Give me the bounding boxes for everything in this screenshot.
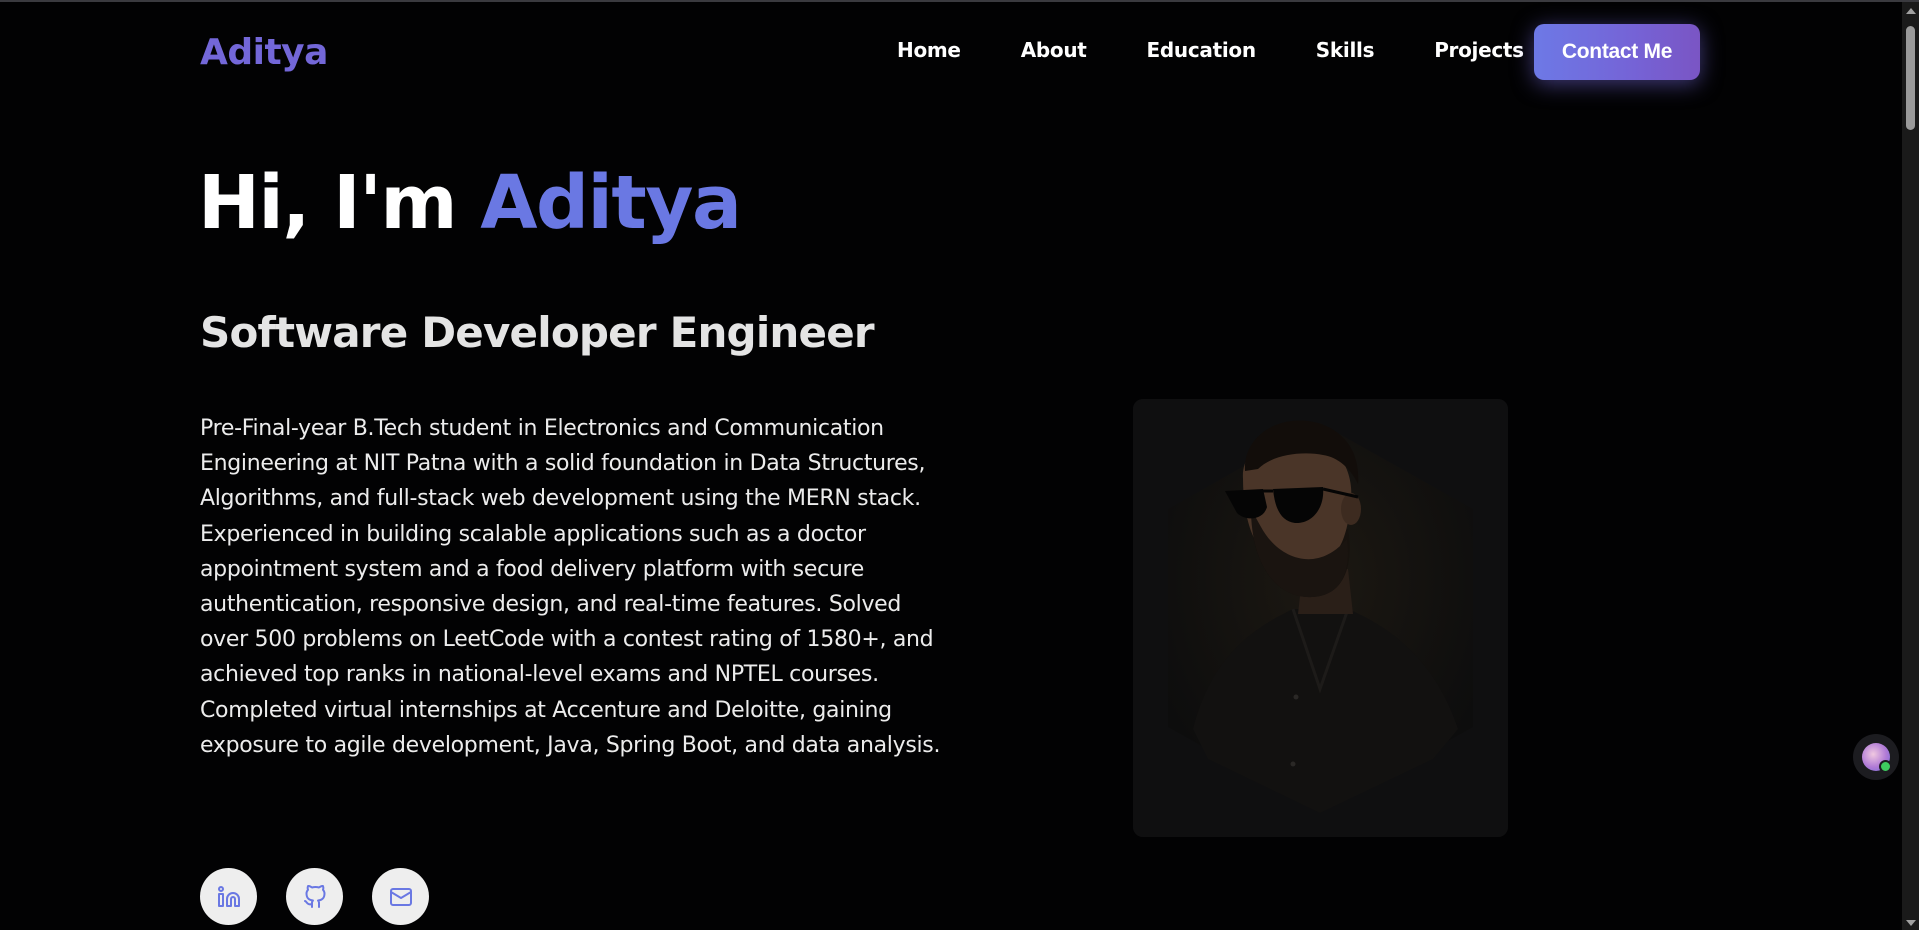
linkedin-button[interactable] — [200, 868, 257, 925]
hero-title: Hi, I'm Aditya — [198, 160, 742, 246]
nav-home[interactable]: Home — [897, 38, 961, 62]
hero-greeting: Hi, I'm — [198, 160, 481, 246]
contact-me-button[interactable]: Contact Me — [1534, 24, 1700, 80]
scrollbar-thumb[interactable] — [1906, 26, 1915, 130]
hero-name: Aditya — [480, 160, 742, 246]
profile-photo-card — [1133, 399, 1508, 837]
github-button[interactable] — [286, 868, 343, 925]
mail-icon — [389, 887, 412, 906]
scroll-up-icon[interactable] — [1906, 8, 1916, 14]
assistant-avatar-icon — [1862, 743, 1892, 773]
site-logo[interactable]: Aditya — [200, 32, 328, 73]
nav-about[interactable]: About — [1021, 38, 1087, 62]
email-button[interactable] — [372, 868, 429, 925]
profile-photo — [1133, 399, 1508, 837]
nav-education[interactable]: Education — [1147, 38, 1257, 62]
nav-projects[interactable]: Projects — [1434, 38, 1524, 62]
hero-subtitle: Software Developer Engineer — [200, 308, 875, 357]
online-status-icon — [1879, 760, 1892, 773]
linkedin-icon — [217, 885, 240, 907]
github-icon — [303, 884, 325, 908]
social-links — [200, 868, 429, 925]
assistant-bubble[interactable] — [1853, 734, 1899, 780]
page: Aditya Home About Education Skills Proje… — [0, 0, 1919, 930]
main-nav: Home About Education Skills Projects — [897, 38, 1584, 62]
scroll-down-icon[interactable] — [1906, 920, 1916, 926]
vertical-scrollbar[interactable] — [1902, 2, 1919, 930]
nav-skills[interactable]: Skills — [1316, 38, 1375, 62]
hero-bio: Pre-Final-year B.Tech student in Electro… — [200, 416, 941, 758]
